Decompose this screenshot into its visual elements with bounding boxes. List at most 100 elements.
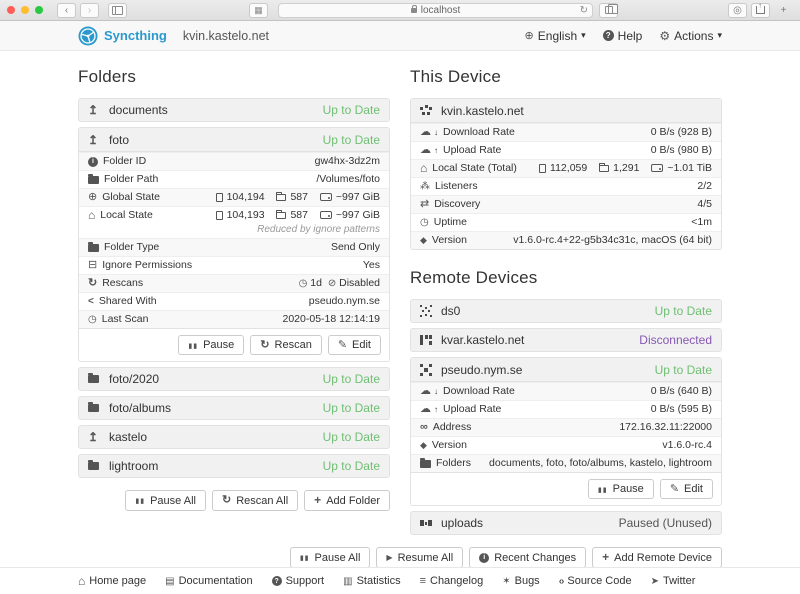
folder-status: Up to Date [323,133,380,147]
brand-label: Syncthing [104,28,167,43]
device-row-ds0[interactable]: ds0 Up to Date [410,299,722,323]
detail-row: Folders documents, foto, foto/albums, ka… [411,454,721,472]
play-icon [386,552,392,563]
help-menu[interactable]: ? Help [603,29,643,43]
device-row-kvar[interactable]: kvar.kastelo.net Disconnected [410,328,722,352]
pause-device-button[interactable]: Pause [588,479,654,499]
device-status: Disconnected [639,333,712,347]
footer-link-source-code[interactable]: Source Code [559,575,632,587]
local-state-value: 104,193 587 ~997 GiB Reduced by ignore p… [207,209,380,236]
download-rate-value: 0 B/s (928 B) [651,126,712,139]
this-device-panel: kvin.kastelo.net ↓Download Rate 0 B/s (9… [410,98,722,250]
minus-square-icon [88,260,97,271]
folder-open-icon [88,176,99,184]
language-menu[interactable]: English ▾ [525,29,586,43]
tab-overview-button[interactable]: ▦ [249,3,268,18]
pause-icon [300,552,310,563]
folder-status: Up to Date [323,372,380,386]
tag-icon [420,440,427,451]
this-device-row[interactable]: kvin.kastelo.net [411,99,721,123]
grid-icon: ▦ [254,6,263,15]
info-icon: i [88,157,98,167]
folder-row-documents[interactable]: documents Up to Date [78,98,390,122]
new-tab-button[interactable]: + [774,3,793,18]
rescan-all-button[interactable]: Rescan All [212,490,298,511]
rescan-icon [260,340,269,351]
footer-link-statistics[interactable]: Statistics [343,575,400,587]
resume-all-button[interactable]: Resume All [376,547,463,568]
detail-row: Folder Path /Volumes/foto [79,170,389,188]
device-row-pseudo[interactable]: pseudo.nym.se Up to Date [411,358,721,382]
detail-row: ↓Download Rate 0 B/s (640 B) [411,382,721,400]
pause-all-devices-button[interactable]: Pause All [290,547,371,568]
files-icon [216,193,223,202]
footer-link-documentation[interactable]: Documentation [165,575,252,587]
device-identicon [420,517,432,529]
remote-devices-title: Remote Devices [410,268,722,288]
sidebar-toggle-button[interactable] [108,3,127,18]
device-status: Up to Date [655,304,712,318]
edit-device-button[interactable]: Edit [660,479,713,499]
footer-link-bugs[interactable]: Bugs [502,575,539,587]
zoom-window-button[interactable] [35,6,43,14]
actions-menu[interactable]: Actions ▾ [659,29,722,43]
folder-row-foto-2020[interactable]: foto/2020 Up to Date [78,367,390,391]
rescans-value: 1d Disabled [299,277,380,290]
detail-row: Version v1.6.0-rc.4 [411,436,721,454]
browser-chrome: ‹ › ▦ localhost ↻ ◎ ↑ + [0,0,800,21]
storage-icon [651,164,663,172]
reduced-by-ignore-note: Reduced by ignore patterns [207,223,380,236]
twitter-icon [651,576,659,587]
help-label: Help [618,29,643,43]
folder-name: documents [109,103,168,117]
footer-link-changelog[interactable]: Changelog [420,575,484,587]
folder-status: Up to Date [323,459,380,473]
device-identicon [420,105,432,117]
version-value: v1.6.0-rc.4+22-g5b34c31c, macOS (64 bit) [513,234,712,247]
address-value: 172.16.32.11:22000 [619,421,712,434]
folder-row-foto-albums[interactable]: foto/albums Up to Date [78,396,390,420]
shared-with-value: pseudo.nym.se [309,295,380,308]
syncthing-brand[interactable]: Syncthing [78,26,167,46]
files-icon [216,211,223,220]
share-button[interactable]: ↑ [751,3,770,18]
device-status: Up to Date [655,363,712,377]
rescan-button[interactable]: Rescan [250,335,322,355]
page-footer: Home page Documentation ?Support Statist… [0,567,800,594]
url-text: localhost [421,5,460,16]
footer-link-home[interactable]: Home page [78,575,146,588]
folders-title: Folders [78,67,390,87]
close-window-button[interactable] [7,6,15,14]
recent-changes-button[interactable]: iRecent Changes [469,547,586,568]
privacy-report-button[interactable]: ◎ [728,3,747,18]
clock-icon [420,217,429,228]
reload-icon[interactable]: ↻ [580,5,588,16]
add-folder-button[interactable]: Add Folder [304,490,390,511]
forward-button[interactable]: › [80,3,99,18]
edit-button[interactable]: Edit [328,335,381,355]
directories-icon [276,212,286,219]
folder-row-lightroom[interactable]: lightroom Up to Date [78,454,390,478]
folder-row-kastelo[interactable]: kastelo Up to Date [78,425,390,449]
minimize-window-button[interactable] [21,6,29,14]
pause-button[interactable]: Pause [178,335,244,355]
show-all-tabs-button[interactable] [599,3,618,18]
folder-icon [420,460,431,468]
folder-path-value: /Volumes/foto [316,173,380,186]
device-row-uploads[interactable]: uploads Paused (Unused) [410,511,722,535]
url-bar[interactable]: localhost ↻ [278,3,593,18]
header-device-name: kvin.kastelo.net [183,29,269,43]
footer-link-twitter[interactable]: Twitter [651,575,696,587]
folder-name: kastelo [109,430,147,444]
app-navbar: Syncthing kvin.kastelo.net English ▾ ? H… [0,21,800,51]
folder-row-foto[interactable]: foto Up to Date [79,128,389,152]
detail-row: Local State (Total) 112,059 1,291 ~1.01 … [411,159,721,177]
cloud-upload-icon [420,404,431,415]
add-remote-device-button[interactable]: Add Remote Device [592,547,722,568]
storage-icon [320,193,332,201]
pause-all-folders-button[interactable]: Pause All [125,490,206,511]
device-identicon [420,334,432,346]
footer-link-support[interactable]: ?Support [272,575,325,587]
back-button[interactable]: ‹ [57,3,76,18]
question-circle-icon: ? [272,576,282,586]
